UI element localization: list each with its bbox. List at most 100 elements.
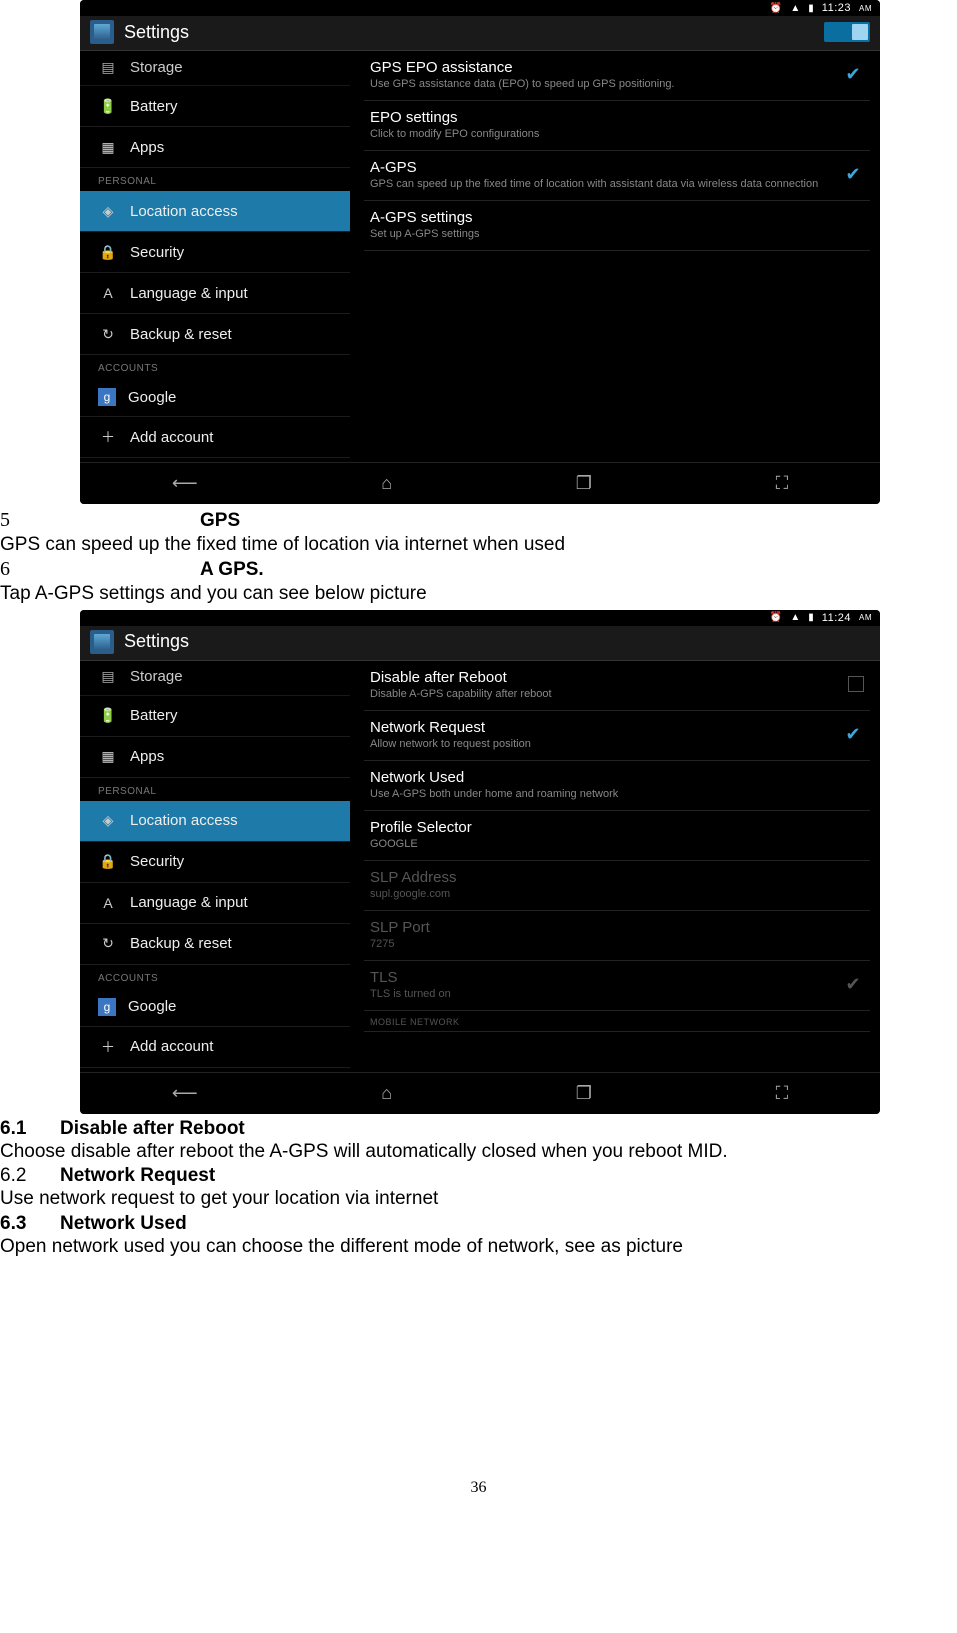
sidebar-item-label: Google	[128, 998, 176, 1015]
sidebar-item-label: Battery	[130, 707, 178, 724]
screenshot-location-access: ⏰ ▲ ▮ 11:23 AM Settings ▤Storage 🔋Batter…	[80, 0, 880, 504]
status-clock: 11:23	[822, 2, 851, 14]
row-title: Disable after Reboot	[370, 669, 848, 686]
row-profile-selector[interactable]: Profile SelectorGOOGLE	[364, 811, 870, 861]
sidebar-header-personal: PERSONAL	[80, 168, 350, 191]
home-button[interactable]: ⌂	[381, 473, 392, 494]
settings-sidebar: ▤Storage 🔋Battery ▦ Apps PERSONAL ◈ Locati…	[80, 661, 350, 1072]
row-epo-settings[interactable]: EPO settingsClick to modify EPO configur…	[364, 101, 870, 151]
checkbox-gps-epo[interactable]: ✔	[842, 64, 864, 86]
settings-sidebar: ▤Storage 🔋Battery ▦Apps PERSONAL ◈ Locati…	[80, 51, 350, 462]
row-subtitle: supl.google.com	[370, 888, 864, 900]
sidebar-item-backup[interactable]: ↻Backup & reset	[80, 924, 350, 965]
apps-icon: ▦	[98, 747, 118, 767]
sidebar-item-battery[interactable]: 🔋Battery	[80, 696, 350, 737]
heading-network-used: Network Used	[60, 1213, 187, 1234]
status-ampm: AM	[859, 4, 872, 13]
sidebar-item-label: Storage	[130, 59, 183, 76]
row-network-used[interactable]: Network UsedUse A-GPS both under home an…	[364, 761, 870, 811]
body-gps: GPS can speed up the fixed time of locat…	[0, 533, 957, 557]
row-a-gps-settings[interactable]: A-GPS settingsSet up A-GPS settings	[364, 201, 870, 251]
sidebar-item-label: Add account	[130, 1038, 213, 1055]
battery-icon: 🔋	[98, 96, 118, 116]
sidebar-item-storage[interactable]: ▤Storage	[80, 665, 350, 696]
alarm-icon: ⏰	[770, 612, 782, 623]
wifi-icon: ▲	[790, 612, 800, 623]
system-navbar: ⟵ ⌂ ❐ ⛶	[80, 1072, 880, 1114]
row-disable-after-reboot[interactable]: Disable after Reboot Disable A-GPS capabi…	[364, 661, 870, 711]
battery-icon: ▮	[808, 612, 814, 623]
row-title: Network Request	[370, 719, 842, 736]
screenshot-button[interactable]: ⛶	[776, 473, 789, 494]
list-number-5: 5	[0, 508, 200, 533]
heading-a-gps: A GPS.	[200, 559, 264, 580]
row-subtitle: Disable A-GPS capability after reboot	[370, 688, 848, 700]
sidebar-item-add-account[interactable]: ＋ Add account	[80, 417, 350, 458]
status-clock: 11:24	[822, 612, 851, 624]
row-title: TLS	[370, 969, 842, 986]
row-title: SLP Port	[370, 919, 864, 936]
sidebar-item-label: Google	[128, 389, 176, 406]
alarm-icon: ⏰	[770, 3, 782, 14]
sidebar-item-label: Backup & reset	[130, 326, 232, 343]
system-navbar: ⟵ ⌂ ❐ ⛶	[80, 462, 880, 504]
sidebar-item-location-access[interactable]: ◈ Location access	[80, 801, 350, 842]
sidebar-item-language[interactable]: ALanguage & input	[80, 273, 350, 314]
home-button[interactable]: ⌂	[381, 1083, 392, 1104]
row-gps-epo-assistance[interactable]: GPS EPO assistanceUse GPS assistance dat…	[364, 51, 870, 101]
body-a-gps: Tap A-GPS settings and you can see below…	[0, 582, 957, 606]
sidebar-item-label: Location access	[130, 203, 238, 220]
sidebar-item-add-account[interactable]: ＋Add account	[80, 1027, 350, 1068]
sidebar-item-google[interactable]: gGoogle	[80, 378, 350, 417]
recents-button[interactable]: ❐	[576, 1083, 592, 1104]
sidebar-item-label: Apps	[130, 748, 164, 765]
row-title: Profile Selector	[370, 819, 864, 836]
sidebar-item-label: Security	[130, 244, 184, 261]
sidebar-header-personal: PERSONAL	[80, 778, 350, 801]
screenshot-button[interactable]: ⛶	[776, 1083, 789, 1104]
status-bar: ⏰ ▲ ▮ 11:23 AM	[80, 0, 880, 16]
recents-button[interactable]: ❐	[576, 473, 592, 494]
sidebar-item-security[interactable]: 🔒Security	[80, 842, 350, 883]
row-subtitle: 7275	[370, 938, 864, 950]
row-title: A-GPS	[370, 159, 842, 176]
heading-number-6-2: 6.2	[0, 1165, 60, 1187]
app-header: Settings	[80, 16, 880, 51]
keyboard-icon: A	[98, 283, 118, 303]
row-title: EPO settings	[370, 109, 864, 126]
sidebar-item-apps[interactable]: ▦ Apps	[80, 737, 350, 778]
location-icon: ◈	[98, 201, 118, 221]
settings-content: GPS EPO assistanceUse GPS assistance dat…	[350, 51, 880, 462]
sidebar-item-battery[interactable]: 🔋Battery	[80, 86, 350, 127]
row-subtitle: Use A-GPS both under home and roaming ne…	[370, 788, 864, 800]
apps-icon: ▦	[98, 137, 118, 157]
sidebar-item-backup[interactable]: ↻Backup & reset	[80, 314, 350, 355]
plus-icon: ＋	[98, 427, 118, 447]
location-master-toggle[interactable]	[824, 22, 870, 42]
row-network-request[interactable]: Network RequestAllow network to request …	[364, 711, 870, 761]
sidebar-header-accounts: ACCOUNTS	[80, 355, 350, 378]
row-subtitle: GPS can speed up the fixed time of locat…	[370, 178, 842, 190]
checkbox-disable-after-reboot[interactable]	[848, 676, 864, 692]
settings-icon	[90, 630, 114, 654]
battery-icon: ▮	[808, 3, 814, 14]
checkbox-network-request[interactable]: ✔	[842, 723, 864, 745]
sidebar-item-apps[interactable]: ▦Apps	[80, 127, 350, 168]
back-button[interactable]: ⟵	[172, 1083, 198, 1104]
sidebar-item-security[interactable]: 🔒Security	[80, 232, 350, 273]
sidebar-item-storage[interactable]: ▤Storage	[80, 55, 350, 86]
sidebar-item-label: Add account	[130, 429, 213, 446]
checkbox-tls: ✔	[842, 973, 864, 995]
reset-icon: ↻	[98, 934, 118, 954]
sidebar-item-label: Location access	[130, 812, 238, 829]
checkbox-a-gps[interactable]: ✔	[842, 164, 864, 186]
location-icon: ◈	[98, 811, 118, 831]
google-icon: g	[98, 998, 116, 1016]
sidebar-item-google[interactable]: g Google	[80, 988, 350, 1027]
sidebar-item-label: Storage	[130, 668, 183, 685]
sidebar-item-location-access[interactable]: ◈ Location access	[80, 191, 350, 232]
app-title: Settings	[124, 22, 189, 43]
back-button[interactable]: ⟵	[172, 473, 198, 494]
row-a-gps[interactable]: A-GPS GPS can speed up the fixed time of …	[364, 151, 870, 201]
sidebar-item-language[interactable]: ALanguage & input	[80, 883, 350, 924]
